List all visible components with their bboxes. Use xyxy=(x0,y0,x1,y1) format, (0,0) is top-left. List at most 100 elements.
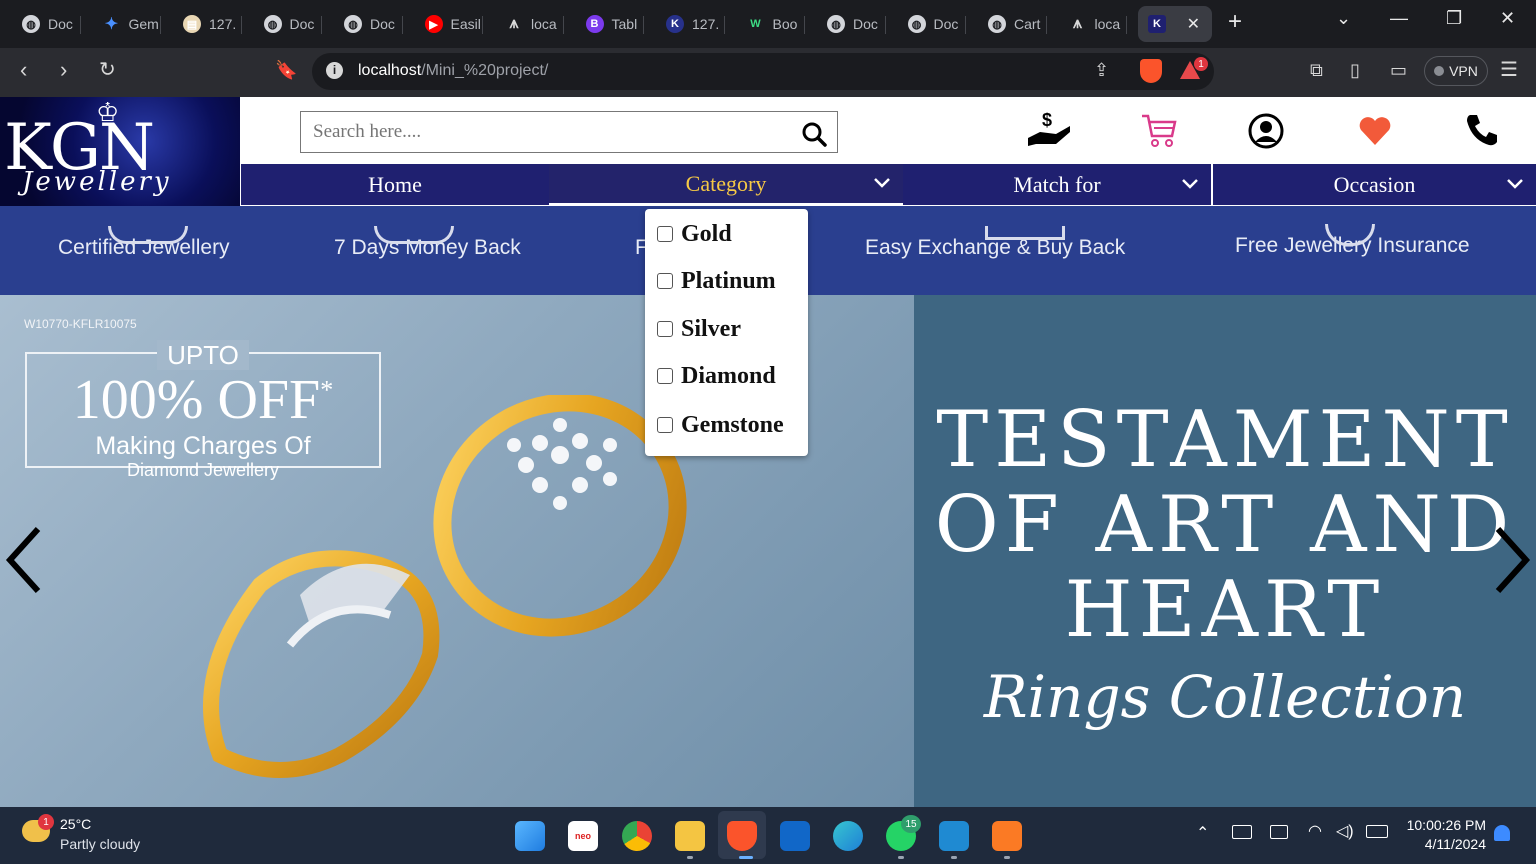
feature-money-back: 7 Days Money Back xyxy=(334,226,521,260)
site-logo[interactable]: ♔ KGN Jewellery xyxy=(0,97,240,206)
cart-icon[interactable] xyxy=(1140,112,1178,150)
checkbox[interactable] xyxy=(657,226,673,242)
keyboard-icon[interactable] xyxy=(1232,825,1252,839)
battery-icon[interactable] xyxy=(1366,825,1388,838)
brave-shields-icon[interactable] xyxy=(1140,59,1162,83)
browser-tab[interactable]: ⩚ loca xyxy=(1047,6,1127,42)
search-icon[interactable] xyxy=(801,121,827,147)
main-nav: Home Category Match for Occasion xyxy=(241,162,1536,205)
product-code: W10770-KFLR10075 xyxy=(24,317,137,331)
clock-time: 10:00:26 PM xyxy=(1406,817,1486,833)
headline-line-2: OF ART AND xyxy=(934,480,1516,570)
browser-tab[interactable]: ▶ Easil xyxy=(403,6,483,42)
wishlist-heart-icon[interactable] xyxy=(1358,116,1392,146)
account-icon[interactable] xyxy=(1247,112,1285,150)
chrome-icon[interactable] xyxy=(622,821,652,851)
back-button[interactable]: ‹ xyxy=(20,59,27,81)
carousel-next-icon[interactable] xyxy=(1492,525,1532,595)
close-tab-icon[interactable]: ✕ xyxy=(1187,14,1200,34)
windows-taskbar: 1 25°C Partly cloudy neo 15 ⌃ ◠ ◁) 10:00… xyxy=(0,807,1536,864)
search-box xyxy=(300,111,838,153)
tab-active[interactable]: K ✕ xyxy=(1138,6,1212,42)
feature-insurance: Free Jewellery Insurance xyxy=(1235,224,1470,258)
clock-date: 4/11/2024 xyxy=(1424,836,1486,852)
pay-icon[interactable]: $ xyxy=(1026,110,1072,150)
browser-tab[interactable]: ◍ Cart xyxy=(966,6,1047,42)
browser-tab[interactable]: B Tabl xyxy=(564,6,644,42)
nav-category[interactable]: Category xyxy=(549,162,903,205)
kgn-icon: K xyxy=(1148,15,1166,33)
bookmark-icon[interactable]: 🔖 xyxy=(275,59,297,81)
reload-button[interactable]: ↻ xyxy=(99,59,116,81)
checkbox[interactable] xyxy=(657,321,673,337)
headline-line-1: TESTAMENT xyxy=(936,395,1514,485)
svg-text:$: $ xyxy=(1042,110,1052,130)
browser-tab[interactable]: ✦ Gem xyxy=(81,6,161,42)
share-icon[interactable]: ⇪ xyxy=(1094,60,1109,81)
search-input[interactable] xyxy=(313,120,783,144)
site-info-icon[interactable]: i xyxy=(326,62,343,79)
rings-collection-text: Rings Collection xyxy=(983,663,1467,731)
browser-tab[interactable]: K 127. xyxy=(644,6,725,42)
neo-icon[interactable]: neo xyxy=(568,821,598,851)
checkbox[interactable] xyxy=(657,273,673,289)
notification-bell-icon[interactable] xyxy=(1494,825,1510,841)
checkbox[interactable] xyxy=(657,417,673,433)
category-option-silver[interactable]: Silver xyxy=(657,314,741,344)
system-clock[interactable]: 10:00:26 PM 4/11/2024 xyxy=(1407,817,1486,852)
running-indicator xyxy=(898,856,904,859)
minimize-button[interactable]: — xyxy=(1390,8,1408,29)
nav-home[interactable]: Home xyxy=(241,164,549,205)
nav-occasion[interactable]: Occasion xyxy=(1213,164,1536,205)
browser-tab[interactable]: ◍ Doc xyxy=(805,6,886,42)
new-tab-button[interactable]: + xyxy=(1228,10,1242,34)
browser-tab[interactable]: ◍ Doc xyxy=(886,6,966,42)
extensions-icon[interactable]: ⧉ xyxy=(1310,59,1323,81)
carousel-prev-icon[interactable] xyxy=(4,525,44,595)
vpn-button[interactable]: VPN xyxy=(1424,56,1488,86)
wifi-icon[interactable]: ◠ xyxy=(1308,821,1322,841)
tab-label: loca xyxy=(531,16,557,32)
category-option-platinum[interactable]: Platinum xyxy=(657,266,776,296)
feature-exchange: Easy Exchange & Buy Back xyxy=(865,226,1125,260)
url-field[interactable]: i localhost/Mini_%20project/ ⇪ 1 xyxy=(312,53,1214,90)
wallet-icon[interactable]: ▭ xyxy=(1390,59,1407,81)
brave-icon[interactable] xyxy=(727,821,757,851)
browser-tab[interactable]: ▤ 127. xyxy=(161,6,242,42)
tab-label: Gem xyxy=(128,16,159,32)
file-explorer-icon[interactable] xyxy=(675,821,705,851)
menu-icon[interactable]: ☰ xyxy=(1500,59,1518,81)
category-option-gemstone[interactable]: Gemstone xyxy=(657,410,784,440)
browser-tab[interactable]: ◍ Doc xyxy=(242,6,322,42)
category-option-diamond[interactable]: Diamond xyxy=(657,361,776,391)
chevron-up-icon[interactable]: ⌃ xyxy=(1196,823,1209,843)
tab-search-icon[interactable]: ⌄ xyxy=(1336,8,1351,29)
edge-icon[interactable] xyxy=(833,821,863,851)
vscode-icon[interactable] xyxy=(939,821,969,851)
xampp-icon[interactable] xyxy=(992,821,1022,851)
tab-label: Tabl xyxy=(611,16,638,32)
outlook-icon[interactable] xyxy=(780,821,810,851)
browser-tab[interactable]: ◍ Doc xyxy=(0,6,81,42)
close-window-button[interactable]: ✕ xyxy=(1500,8,1515,29)
browser-tab[interactable]: ⩚ loca xyxy=(483,6,564,42)
forward-button[interactable]: › xyxy=(60,59,67,81)
restore-button[interactable]: ❐ xyxy=(1446,8,1462,29)
checkbox[interactable] xyxy=(657,368,673,384)
browser-tab[interactable]: W Boo xyxy=(725,6,805,42)
whatsapp-badge: 15 xyxy=(901,815,921,833)
weather-text: Partly cloudy xyxy=(60,836,141,852)
globe-icon: ◍ xyxy=(22,15,40,33)
nav-match-for[interactable]: Match for xyxy=(903,164,1211,205)
feature-certified: Certified Jewellery xyxy=(58,226,230,260)
logo-subtext: Jewellery xyxy=(22,167,172,197)
display-icon[interactable] xyxy=(1270,825,1288,839)
promo-upto: UPTO xyxy=(157,340,249,370)
browser-tab[interactable]: ◍ Doc xyxy=(322,6,403,42)
certified-icon xyxy=(108,226,188,244)
sidebar-icon[interactable]: ▯ xyxy=(1350,59,1360,81)
volume-icon[interactable]: ◁) xyxy=(1336,821,1354,841)
start-icon[interactable] xyxy=(515,821,545,851)
category-option-gold[interactable]: Gold xyxy=(657,219,732,249)
phone-icon[interactable] xyxy=(1464,112,1500,148)
